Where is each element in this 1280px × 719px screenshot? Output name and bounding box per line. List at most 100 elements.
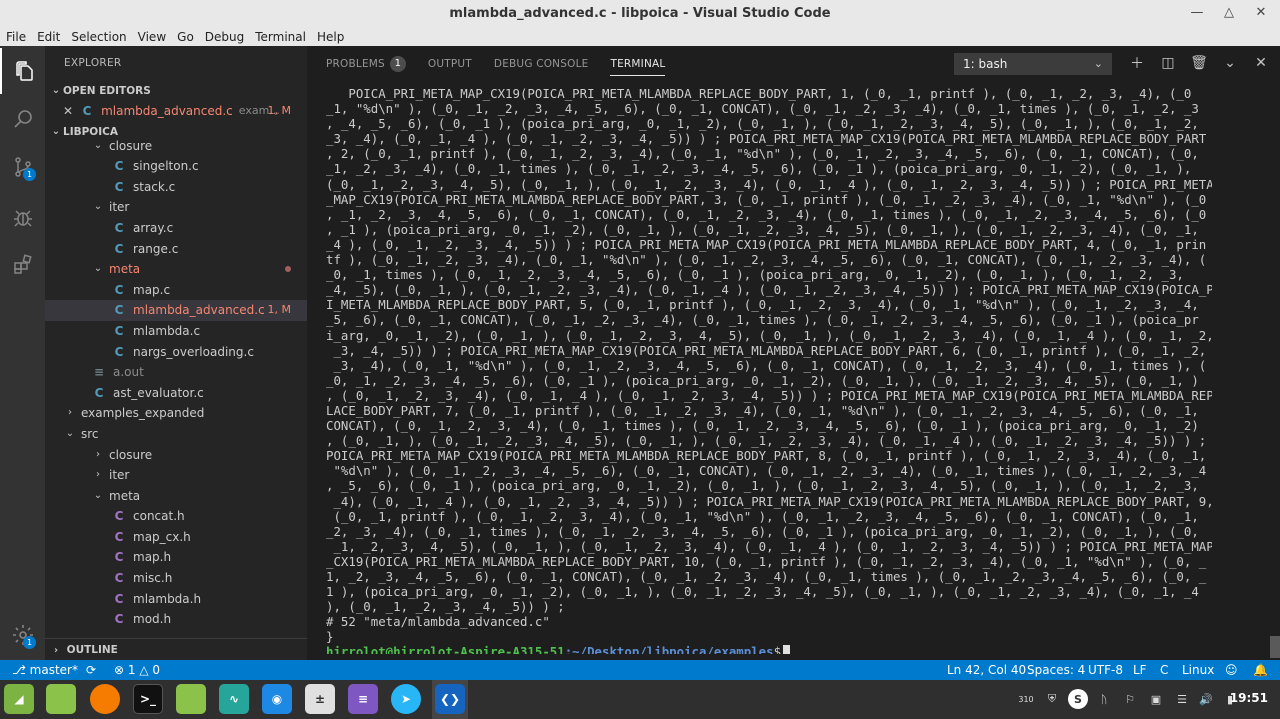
tree-folder-iter[interactable]: › iter xyxy=(45,465,307,486)
telegram-icon[interactable]: ➤ xyxy=(391,684,421,714)
encoding-status[interactable]: UTF-8 xyxy=(1088,660,1123,680)
wifi-icon[interactable]: ☰ xyxy=(1172,689,1192,709)
notifications-bell-icon[interactable]: 🔔 xyxy=(1253,660,1268,680)
tab-debug-console[interactable]: DEBUG CONSOLE xyxy=(494,46,589,82)
tree-file[interactable]: Carray.c xyxy=(45,218,307,239)
tree-file[interactable]: Cmap.c xyxy=(45,280,307,301)
tree-item-label: iter xyxy=(109,468,130,483)
tree-folder-meta[interactable]: ⌄ meta xyxy=(45,259,307,280)
outline-header[interactable]: › OUTLINE xyxy=(45,638,307,660)
tree-file[interactable]: Cmod.h xyxy=(45,609,307,630)
search-icon[interactable] xyxy=(0,96,45,142)
close-icon[interactable]: ✕ xyxy=(1252,4,1270,22)
open-editors-header[interactable]: ⌄ OPEN EDITORS xyxy=(45,81,307,101)
terminal-select[interactable]: 1: bash ⌄ xyxy=(954,53,1112,75)
terminal-output[interactable]: POICA_PRI_META_MAP_CX19(POICA_PRI_META_M… xyxy=(326,86,1212,654)
tree-file[interactable]: Cconcat.h xyxy=(45,506,307,527)
tree-folder-src[interactable]: ⌄ src xyxy=(45,424,307,445)
tree-file[interactable]: Cstack.c xyxy=(45,177,307,198)
vscode-icon[interactable]: ❮❯ xyxy=(435,684,465,714)
terminal-prompt[interactable]: hirrolot@hirrolot-Aspire-A315-51:~/Deskt… xyxy=(326,644,1212,654)
open-editor-item[interactable]: ✕ C mlambda_advanced.c exam... 1, M xyxy=(45,101,307,122)
source-control-icon[interactable]: 1 xyxy=(0,144,45,190)
skype-icon[interactable]: S xyxy=(1068,689,1088,709)
menu-view[interactable]: View xyxy=(138,30,166,44)
menu-debug[interactable]: Debug xyxy=(205,30,244,44)
screenshot-icon[interactable]: ◉ xyxy=(262,684,292,714)
maximize-icon[interactable]: △ xyxy=(1220,4,1238,22)
tree-file[interactable]: Crange.c xyxy=(45,239,307,260)
close-panel-icon[interactable]: ✕ xyxy=(1252,54,1270,72)
tree-file[interactable]: Cast_evaluator.c xyxy=(45,383,307,404)
settings-gear-icon[interactable]: 1 xyxy=(0,612,45,658)
tree-file[interactable]: Cmlambda.c xyxy=(45,321,307,342)
bluetooth-icon[interactable]: ᚢ xyxy=(1094,689,1114,709)
keyboard-layout-flag-icon[interactable]: ⚐ xyxy=(1120,689,1140,709)
calculator-icon[interactable]: ± xyxy=(305,684,335,714)
tab-output[interactable]: OUTPUT xyxy=(428,46,472,82)
cursor-position[interactable]: Ln 42, Col 40 xyxy=(947,660,1026,680)
explorer-icon[interactable] xyxy=(0,48,45,94)
tray-storage-icon[interactable]: 310 xyxy=(1016,689,1036,709)
branch-status[interactable]: ⎇ master* xyxy=(12,660,78,680)
indentation-status[interactable]: Spaces: 4 xyxy=(1027,660,1085,680)
tree-file[interactable]: Cmap.h xyxy=(45,547,307,568)
tree-file[interactable]: Cmap_cx.h xyxy=(45,527,307,548)
tree-folder-examples_expanded[interactable]: › examples_expanded xyxy=(45,403,307,424)
tab-terminal[interactable]: TERMINAL xyxy=(610,46,666,82)
shield-icon[interactable]: ⛨ xyxy=(1042,689,1062,709)
terminal-line: , 2, (_0, _1, printf ), (_0, _1, _2, _3,… xyxy=(326,146,1199,162)
files-folder-icon[interactable] xyxy=(46,684,76,714)
mint-menu-icon[interactable]: ◢ xyxy=(4,684,34,714)
terminal-scrollbar[interactable] xyxy=(1270,636,1280,658)
terminal-line: ), (_0, _1, _2, _3, _4, _5)) ) ; xyxy=(326,599,565,615)
tree-folder-iter[interactable]: ⌄ iter xyxy=(45,197,307,218)
menu-help[interactable]: Help xyxy=(317,30,344,44)
text-editor-icon[interactable]: ≡ xyxy=(348,684,378,714)
tree-file[interactable]: Cnargs_overloading.c xyxy=(45,342,307,363)
menu-terminal[interactable]: Terminal xyxy=(255,30,306,44)
split-terminal-icon[interactable]: ◫ xyxy=(1159,54,1177,72)
system-monitor-icon[interactable]: ∿ xyxy=(219,684,249,714)
feedback-smiley-icon[interactable]: ☺ xyxy=(1225,660,1238,680)
menu-go[interactable]: Go xyxy=(177,30,194,44)
menu-selection[interactable]: Selection xyxy=(71,30,126,44)
prompt-path: :~/Desktop/libpoica/examples xyxy=(564,644,774,654)
update-manager-icon[interactable]: ▣ xyxy=(1146,689,1166,709)
terminal-line: , _1, _2, _3, _4, _5, _6), (_0, _1, CONC… xyxy=(326,206,1207,222)
tree-file[interactable]: Cmisc.h xyxy=(45,568,307,589)
debug-icon[interactable] xyxy=(0,194,45,240)
eol-status[interactable]: LF xyxy=(1133,660,1147,680)
tree-item-label: closure xyxy=(109,138,153,153)
menu-file[interactable]: File xyxy=(6,30,26,44)
tree-file[interactable]: ≡ a.out xyxy=(45,362,307,383)
platform-status[interactable]: Linux xyxy=(1182,660,1214,680)
menu-edit[interactable]: Edit xyxy=(37,30,60,44)
sync-icon[interactable]: ⟳ xyxy=(86,660,96,680)
file-manager-icon[interactable] xyxy=(176,684,206,714)
tree-file[interactable]: Cmlambda.h xyxy=(45,589,307,610)
trash-icon[interactable]: 🗑 xyxy=(1190,54,1208,72)
tree-file[interactable]: Cmlambda_advanced.c 1, M xyxy=(45,300,307,321)
tree-folder-closure[interactable]: ⌄ closure xyxy=(45,136,307,157)
chevron-down-icon[interactable]: ⌄ xyxy=(1221,54,1239,72)
tree-folder-meta[interactable]: ⌄ meta xyxy=(45,486,307,507)
terminal-app-icon[interactable]: >_ xyxy=(133,684,163,714)
c-file-icon: C xyxy=(114,303,124,318)
problems-status[interactable]: ⊗ 1 △ 0 xyxy=(114,660,160,680)
extensions-icon[interactable] xyxy=(0,242,45,288)
firefox-icon[interactable] xyxy=(90,684,120,714)
tree-folder-closure[interactable]: › closure xyxy=(45,445,307,466)
terminal-line: _MAP_CX19(POICA_PRI_META_MLAMBDA_REPLACE… xyxy=(326,191,1207,207)
terminal-line: CONCAT), (_0, _1, _2, _3, _4), (_0, _1, … xyxy=(326,418,1199,434)
tree-item-label: map_cx.h xyxy=(133,529,191,544)
minimize-icon[interactable]: — xyxy=(1188,4,1206,22)
tab-problems[interactable]: PROBLEMS 1 xyxy=(326,46,406,82)
language-status[interactable]: C xyxy=(1160,660,1168,680)
volume-icon[interactable]: 🔊 xyxy=(1196,689,1216,709)
tree-file[interactable]: Csingelton.c xyxy=(45,156,307,177)
new-terminal-icon[interactable]: ＋ xyxy=(1128,54,1146,72)
explorer-sidebar: EXPLORER ⌄ OPEN EDITORS ✕ C mlambda_adva… xyxy=(45,46,307,660)
close-icon[interactable]: ✕ xyxy=(63,101,73,122)
h-file-icon: C xyxy=(114,571,124,586)
